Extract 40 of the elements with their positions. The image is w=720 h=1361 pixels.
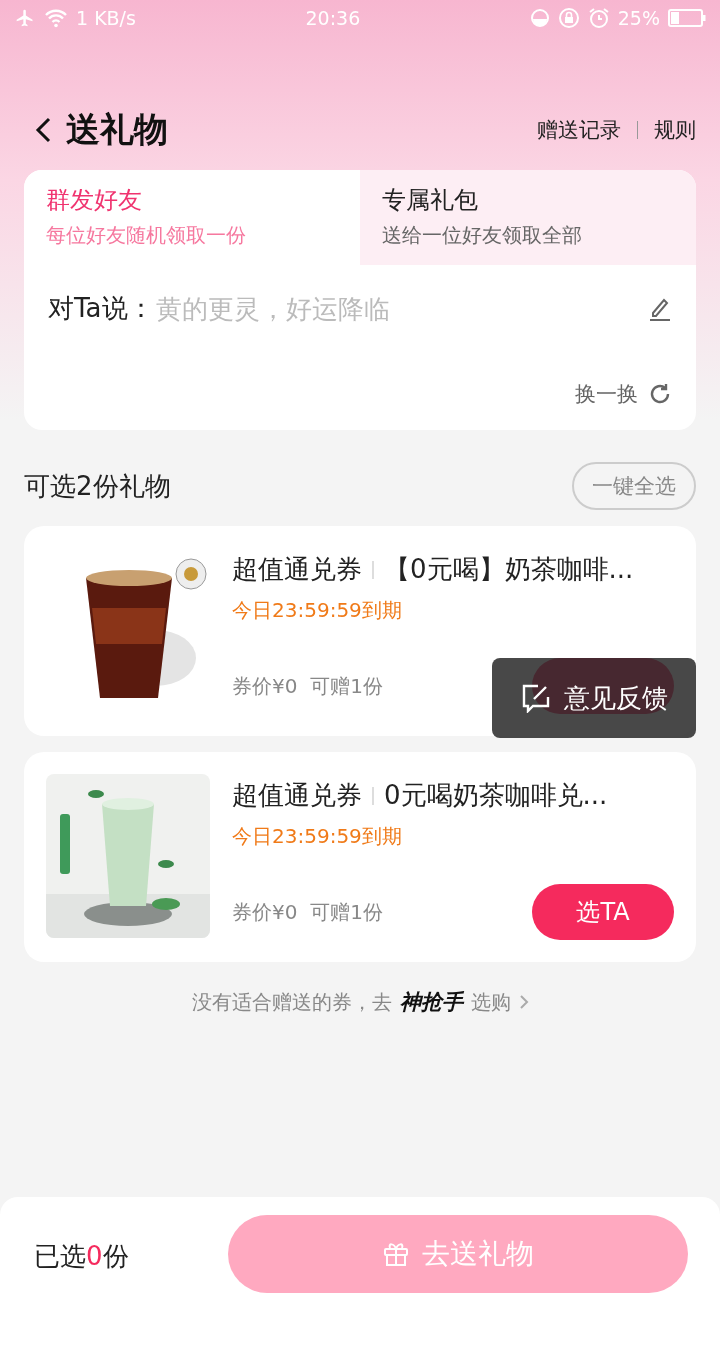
page-title: 送礼物	[66, 108, 169, 151]
choose-button[interactable]: 选TA	[532, 884, 674, 940]
selected-count: 已选0份	[34, 1240, 129, 1273]
feedback-label: 意见反馈	[564, 681, 668, 715]
gift-name: 【0元喝】奶茶咖啡...	[384, 553, 634, 586]
alarm-icon	[587, 7, 610, 29]
header-link[interactable]: 赠送记录	[537, 116, 621, 144]
tab-subtitle: 每位好友随机领取一份	[46, 222, 247, 249]
tab-label: 专属礼包	[382, 185, 479, 216]
shop-logo[interactable]: 神抢手	[399, 988, 463, 1016]
gift-mode-tab[interactable]: 专属礼包 送给一位好友领取全部	[360, 170, 696, 265]
rotation-lock-icon	[557, 7, 580, 29]
gift-price: 券价¥0 可赠1份	[232, 672, 383, 700]
network-speed: 1 KB/s	[76, 7, 136, 29]
clock-time: 20:36	[305, 7, 361, 29]
wifi-icon	[44, 8, 68, 28]
tab-subtitle: 送给一位好友领取全部	[382, 222, 583, 249]
message-label: 对Ta说：	[48, 292, 154, 325]
gift-name: 0元喝奶茶咖啡兑...	[384, 779, 608, 812]
battery-icon	[668, 9, 706, 27]
back-icon[interactable]	[34, 116, 52, 144]
header-link[interactable]: 规则	[654, 116, 696, 144]
coupon-tag: 超值通兑券	[232, 778, 362, 813]
expiry-text: 今日23:59:59到期	[232, 597, 403, 624]
refresh-link[interactable]: 换一换	[575, 380, 638, 408]
refresh-icon[interactable]	[648, 382, 672, 406]
airplane-icon	[14, 8, 36, 28]
coupon-tag: 超值通兑券	[232, 552, 362, 587]
battery-percent: 25%	[617, 7, 660, 29]
expiry-text: 今日23:59:59到期	[232, 823, 403, 850]
feedback-popup[interactable]: 意见反馈	[492, 658, 696, 738]
gift-icon	[382, 1240, 410, 1268]
hint-text: 没有适合赠送的券，去	[191, 988, 392, 1016]
mode-icon	[529, 8, 550, 28]
select-all-button[interactable]: 一键全选	[572, 462, 696, 510]
section-title: 可选2份礼物	[24, 469, 171, 503]
feedback-icon	[520, 683, 552, 713]
tab-label: 群发好友	[46, 185, 143, 216]
gift-price: 券价¥0 可赠1份	[232, 898, 383, 926]
shop-link[interactable]: 选购	[470, 988, 511, 1016]
